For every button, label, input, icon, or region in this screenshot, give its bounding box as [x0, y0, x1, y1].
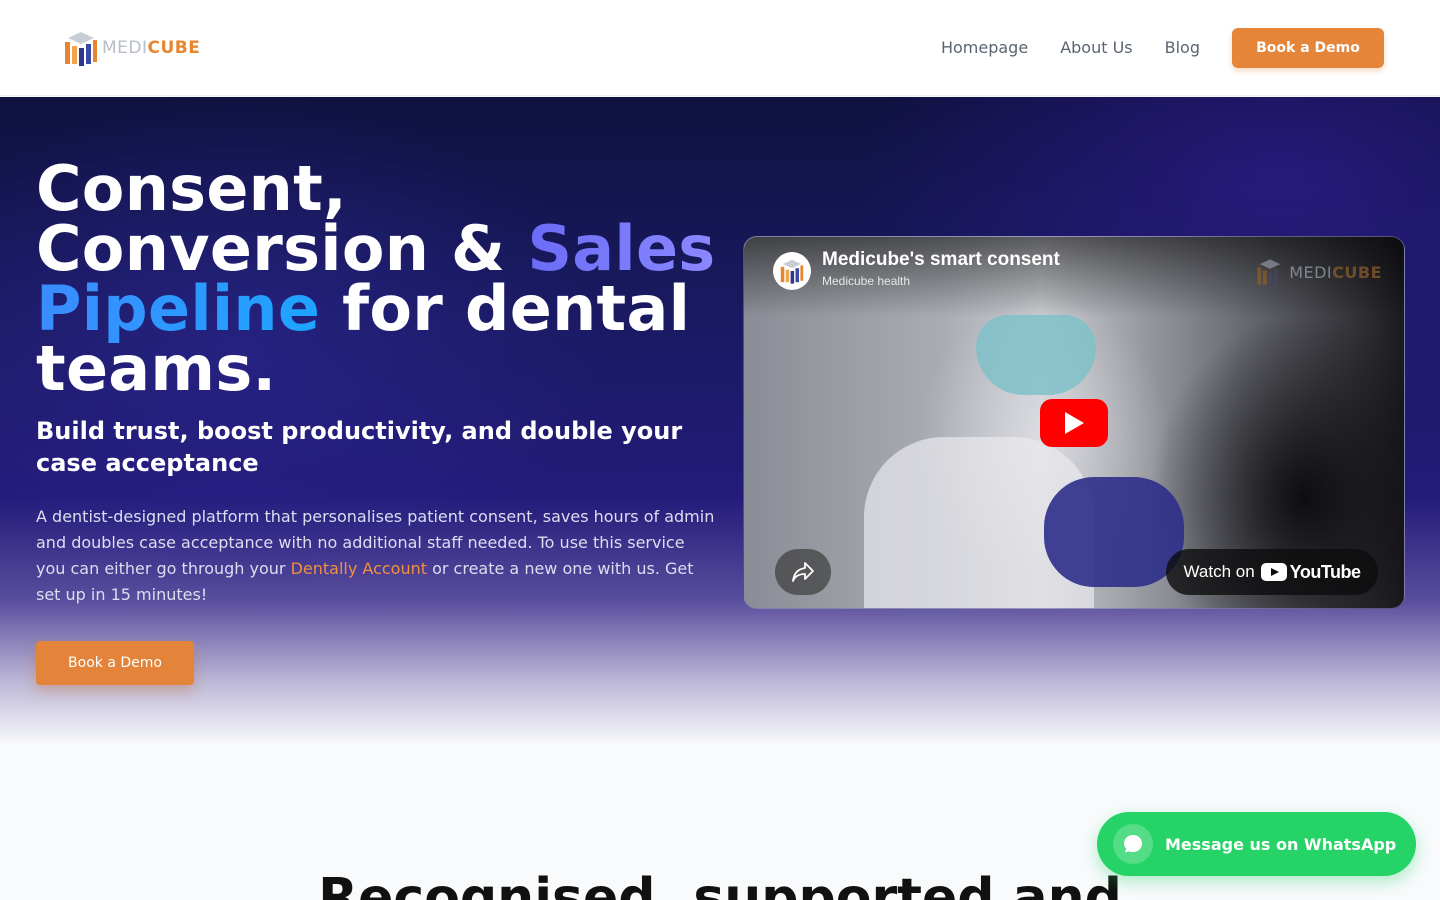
logo-text-medi: MEDI	[102, 37, 148, 58]
watch-on-label: Watch on	[1183, 562, 1255, 581]
dentally-account-link[interactable]: Dentally Account	[291, 559, 427, 578]
chat-bubble-icon	[1124, 835, 1142, 853]
play-icon	[1065, 412, 1084, 434]
nav-link-blog[interactable]: Blog	[1165, 38, 1200, 57]
watermark-medi: MEDI	[1289, 262, 1333, 282]
video-channel-name[interactable]: Medicube health	[822, 274, 910, 288]
watch-on-youtube-button[interactable]: Watch on YouTube	[1166, 549, 1378, 595]
youtube-video-embed[interactable]: Medicube's smart consent Medicube health…	[743, 236, 1405, 609]
youtube-icon	[1260, 563, 1287, 581]
medicube-logo-icon	[65, 31, 97, 66]
logo-text-cube: CUBE	[147, 37, 201, 58]
main-nav: Homepage About Us Blog Book a Demo	[941, 27, 1384, 68]
hero-book-demo-button[interactable]: Book a Demo	[36, 641, 194, 685]
whatsapp-label: Message us on WhatsApp	[1165, 834, 1397, 854]
share-button[interactable]	[775, 549, 831, 595]
header-book-demo-button[interactable]: Book a Demo	[1232, 27, 1384, 68]
play-button[interactable]	[1040, 399, 1108, 447]
video-title[interactable]: Medicube's smart consent	[822, 249, 1060, 271]
hero-description: A dentist-designed platform that persona…	[36, 504, 716, 608]
video-watermark-text: MEDICUBE	[1289, 263, 1382, 282]
video-scene-mask	[976, 315, 1096, 395]
watermark-cube: CUBE	[1332, 262, 1382, 282]
hero-title-line4: teams.	[36, 332, 277, 405]
watermark-logo-icon	[1257, 259, 1281, 287]
hero-title-line3b: for dental	[320, 272, 691, 345]
nav-link-about-us[interactable]: About Us	[1060, 38, 1132, 57]
hero-section: Consent, Conversion & Sales Pipeline for…	[0, 97, 1440, 743]
share-icon	[792, 562, 814, 582]
channel-logo-icon	[780, 259, 804, 284]
hero-subtitle: Build trust, boost productivity, and dou…	[36, 417, 683, 477]
video-watermark: MEDICUBE	[1255, 255, 1382, 289]
video-scene-glove	[1044, 477, 1184, 587]
youtube-wordmark: YouTube	[1289, 561, 1361, 582]
site-header: MEDICUBE Homepage About Us Blog Book a D…	[0, 0, 1440, 96]
whatsapp-chat-icon	[1113, 824, 1153, 864]
youtube-logo: YouTube	[1260, 561, 1361, 583]
medicube-logo[interactable]: MEDICUBE	[62, 28, 200, 68]
whatsapp-chat-button[interactable]: Message us on WhatsApp	[1097, 812, 1416, 876]
hero-title: Consent, Conversion & Sales Pipeline for…	[36, 158, 736, 400]
channel-avatar[interactable]	[773, 252, 811, 290]
logo-wordmark: MEDICUBE	[102, 38, 200, 58]
nav-link-homepage[interactable]: Homepage	[941, 38, 1028, 57]
